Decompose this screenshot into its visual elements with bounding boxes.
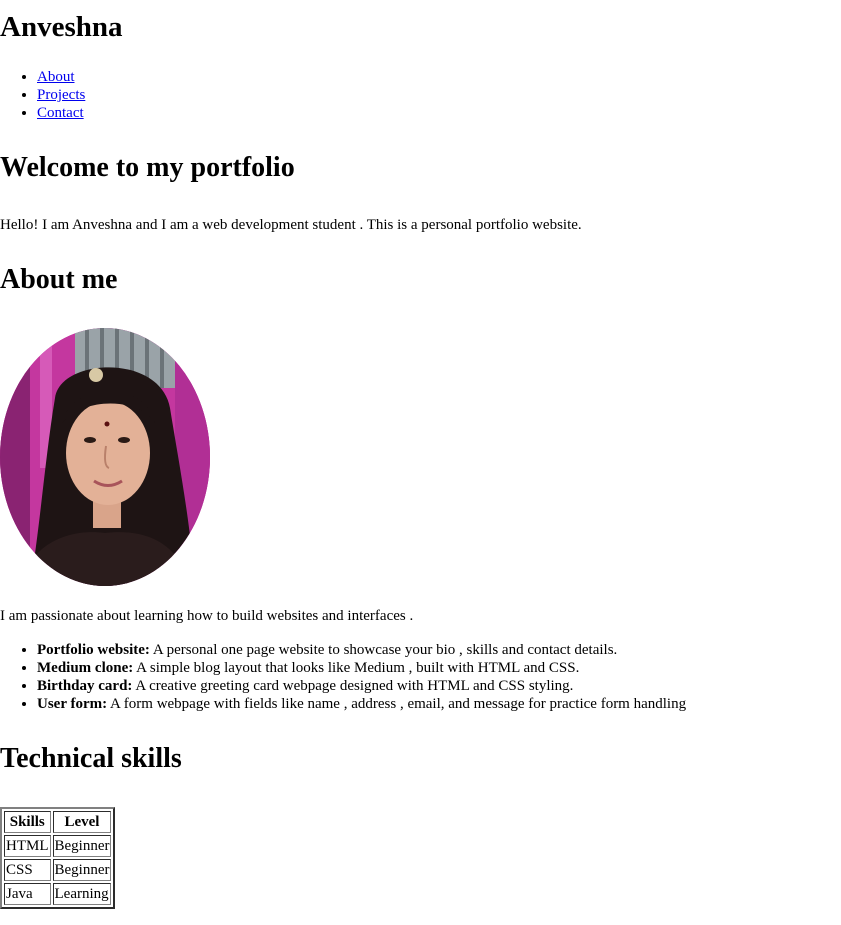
nav-item-contact: Contact [37,104,85,122]
welcome-heading: Welcome to my portfolio [0,152,295,183]
nav-item-projects: Projects [37,86,85,104]
profile-photo [0,328,210,586]
table-header-row: Skills Level [4,811,112,833]
skill-cell: Java [4,883,51,905]
nav-link-contact[interactable]: Contact [37,105,84,121]
skills-heading: Technical skills [0,743,182,774]
project-item: User form: A form webpage with fields li… [37,695,686,713]
site-title: Anveshna [0,11,123,43]
nav-link-about[interactable]: About [37,69,75,85]
level-cell: Beginner [52,835,112,857]
project-description: A simple blog layout that looks like Med… [133,660,580,676]
table-row: Java Learning [4,883,112,905]
nav-item-about: About [37,68,85,86]
project-title: Birthday card: [37,678,133,694]
project-title: User form: [37,696,108,712]
project-description: A form webpage with fields like name , a… [107,696,687,712]
table-row: CSS Beginner [4,859,112,881]
project-description: A personal one page website to showcase … [149,642,618,658]
skills-table: Skills Level HTML Beginner CSS Beginner … [0,807,116,909]
profile-photo-illustration [0,328,210,586]
project-list: Portfolio website: A personal one page w… [0,641,686,713]
nav-link-projects[interactable]: Projects [37,87,85,103]
level-cell: Beginner [52,859,112,881]
nav-menu: About Projects Contact [0,68,85,122]
column-header-skills: Skills [4,811,51,833]
project-item: Portfolio website: A personal one page w… [37,641,686,659]
table-row: HTML Beginner [4,835,112,857]
project-title: Medium clone: [37,660,134,676]
project-item: Medium clone: A simple blog layout that … [37,659,686,677]
about-heading: About me [0,264,118,295]
project-item: Birthday card: A creative greeting card … [37,677,686,695]
project-description: A creative greeting card webpage designe… [132,678,574,694]
column-header-level: Level [52,811,112,833]
skill-cell: CSS [4,859,51,881]
project-title: Portfolio website: [37,642,150,658]
level-cell: Learning [52,883,112,905]
intro-text: Hello! I am Anveshna and I am a web deve… [0,217,582,233]
skill-cell: HTML [4,835,51,857]
page: Anveshna About Projects Contact Welcome … [0,0,841,925]
passion-text: I am passionate about learning how to bu… [0,608,414,624]
